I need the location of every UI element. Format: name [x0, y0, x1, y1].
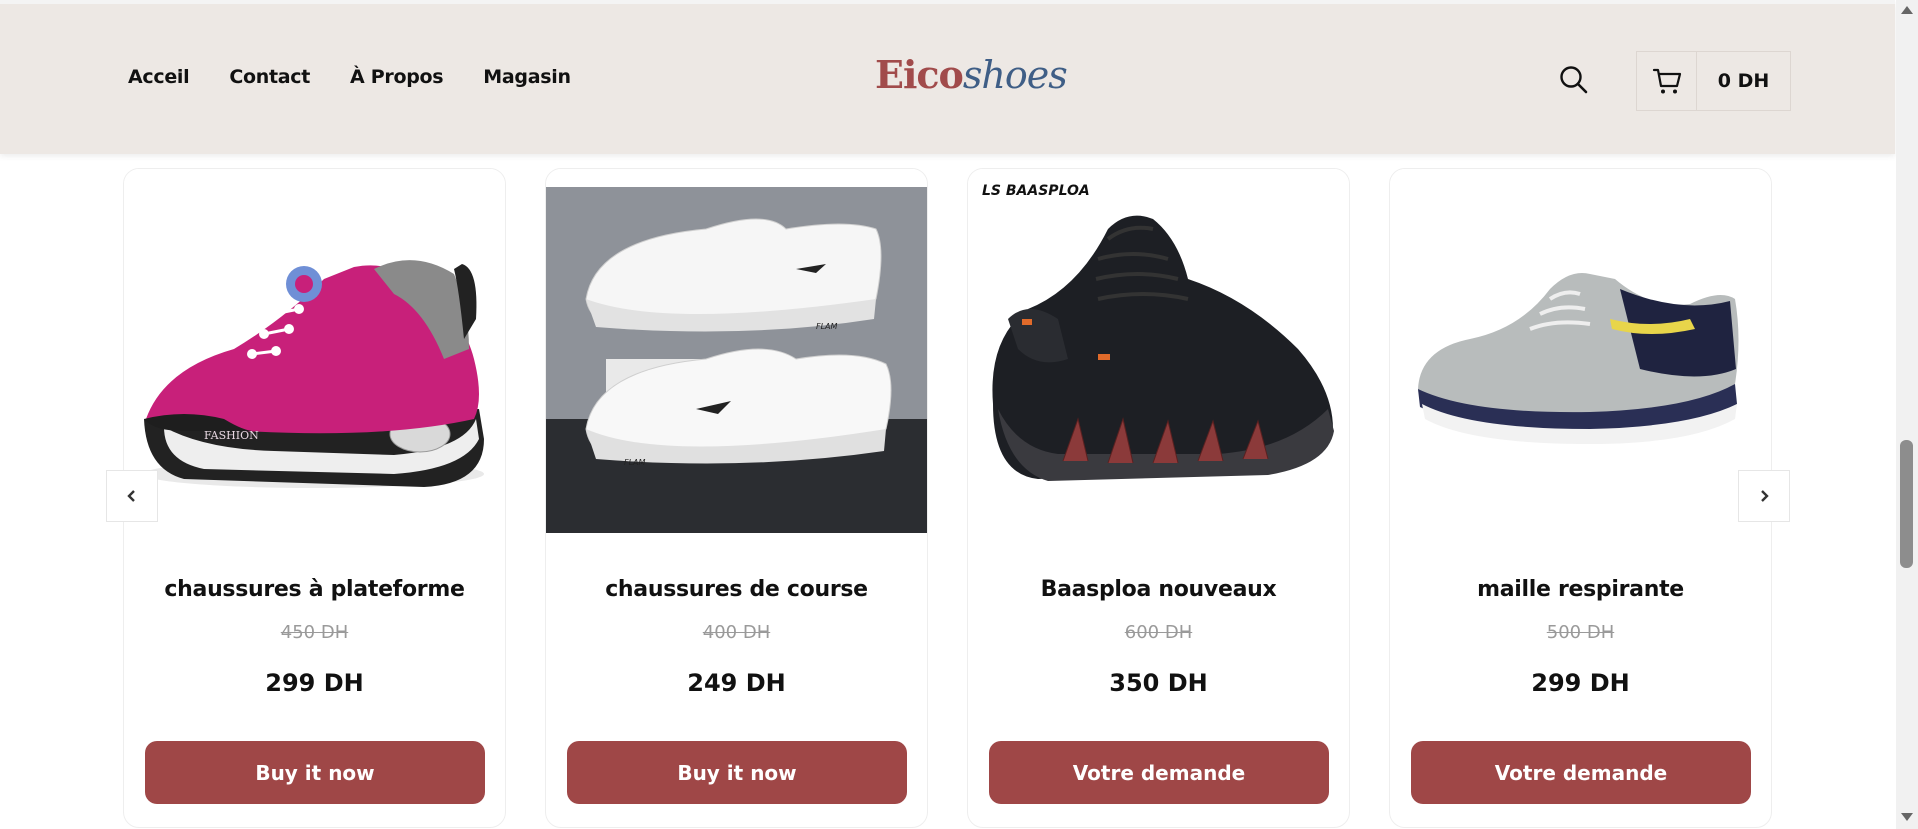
- chevron-left-icon: [127, 490, 135, 502]
- logo-text-shoes: shoes: [962, 53, 1068, 97]
- nav-link-acceil[interactable]: Acceil: [128, 66, 190, 88]
- nav-link-contact[interactable]: Contact: [229, 66, 310, 88]
- product-card: FLAM FLAM chaussures de course 400 DH 24…: [545, 168, 928, 828]
- search-icon: [1560, 66, 1588, 94]
- nav-link-magasin[interactable]: Magasin: [483, 66, 571, 88]
- product-old-price: 450 DH: [280, 622, 349, 643]
- scroll-down-arrow-icon[interactable]: [1901, 813, 1913, 821]
- request-button[interactable]: Votre demande: [1411, 741, 1751, 804]
- svg-text:FASHION: FASHION: [204, 429, 259, 442]
- cart-icon: [1652, 68, 1681, 94]
- scroll-up-arrow-icon[interactable]: [1901, 6, 1913, 14]
- search-button[interactable]: [1558, 64, 1590, 96]
- request-button[interactable]: Votre demande: [989, 741, 1329, 804]
- nav-link-a-propos[interactable]: À Propos: [350, 66, 444, 88]
- product-card: LS BAASPLOA Baasploa nouveaux 600 DH 350…: [967, 168, 1350, 828]
- product-card: FASHION chaussures à plateforme 450 DH 2…: [123, 168, 506, 828]
- product-image-white-running-shoes[interactable]: FLAM FLAM: [546, 169, 927, 553]
- cart-button[interactable]: 0 DH: [1636, 51, 1791, 111]
- product-image-pink-platform-sneaker[interactable]: FASHION: [124, 169, 505, 553]
- scroll-thumb[interactable]: [1900, 440, 1913, 568]
- product-old-price: 600 DH: [1124, 622, 1193, 643]
- svg-text:FLAM: FLAM: [816, 322, 838, 331]
- product-title[interactable]: maille respirante: [1390, 577, 1771, 602]
- product-image-grey-mesh-sneaker[interactable]: [1390, 169, 1771, 553]
- product-price: 249 DH: [687, 669, 786, 697]
- buy-now-button[interactable]: Buy it now: [567, 741, 907, 804]
- brand-logo-baasploa: LS BAASPLOA: [982, 183, 1090, 199]
- product-price: 350 DH: [1109, 669, 1208, 697]
- logo-text-eico: Eico: [875, 52, 964, 97]
- vertical-scrollbar[interactable]: [1896, 0, 1918, 829]
- cart-icon-wrap: [1637, 52, 1697, 110]
- product-title[interactable]: chaussures à plateforme: [124, 577, 505, 602]
- svg-text:FLAM: FLAM: [624, 458, 646, 467]
- product-title[interactable]: Baasploa nouveaux: [968, 577, 1349, 602]
- buy-now-button[interactable]: Buy it now: [145, 741, 485, 804]
- site-header: Acceil Contact À Propos Magasin Eicoshoe…: [0, 0, 1895, 154]
- product-price: 299 DH: [265, 669, 364, 697]
- product-carousel: FASHION chaussures à plateforme 450 DH 2…: [123, 168, 1772, 828]
- product-old-price: 500 DH: [1546, 622, 1615, 643]
- cart-total: 0 DH: [1717, 70, 1770, 92]
- site-logo[interactable]: Eicoshoes: [875, 52, 1068, 97]
- carousel-next-button[interactable]: [1738, 470, 1790, 522]
- chevron-right-icon: [1761, 490, 1769, 502]
- product-card: maille respirante 500 DH 299 DH Votre de…: [1389, 168, 1772, 828]
- main-nav: Acceil Contact À Propos Magasin: [128, 66, 571, 88]
- product-price: 299 DH: [1531, 669, 1630, 697]
- carousel-prev-button[interactable]: [106, 470, 158, 522]
- product-old-price: 400 DH: [702, 622, 771, 643]
- product-title[interactable]: chaussures de course: [546, 577, 927, 602]
- product-image-black-baasploa-sneaker[interactable]: LS BAASPLOA: [968, 169, 1349, 553]
